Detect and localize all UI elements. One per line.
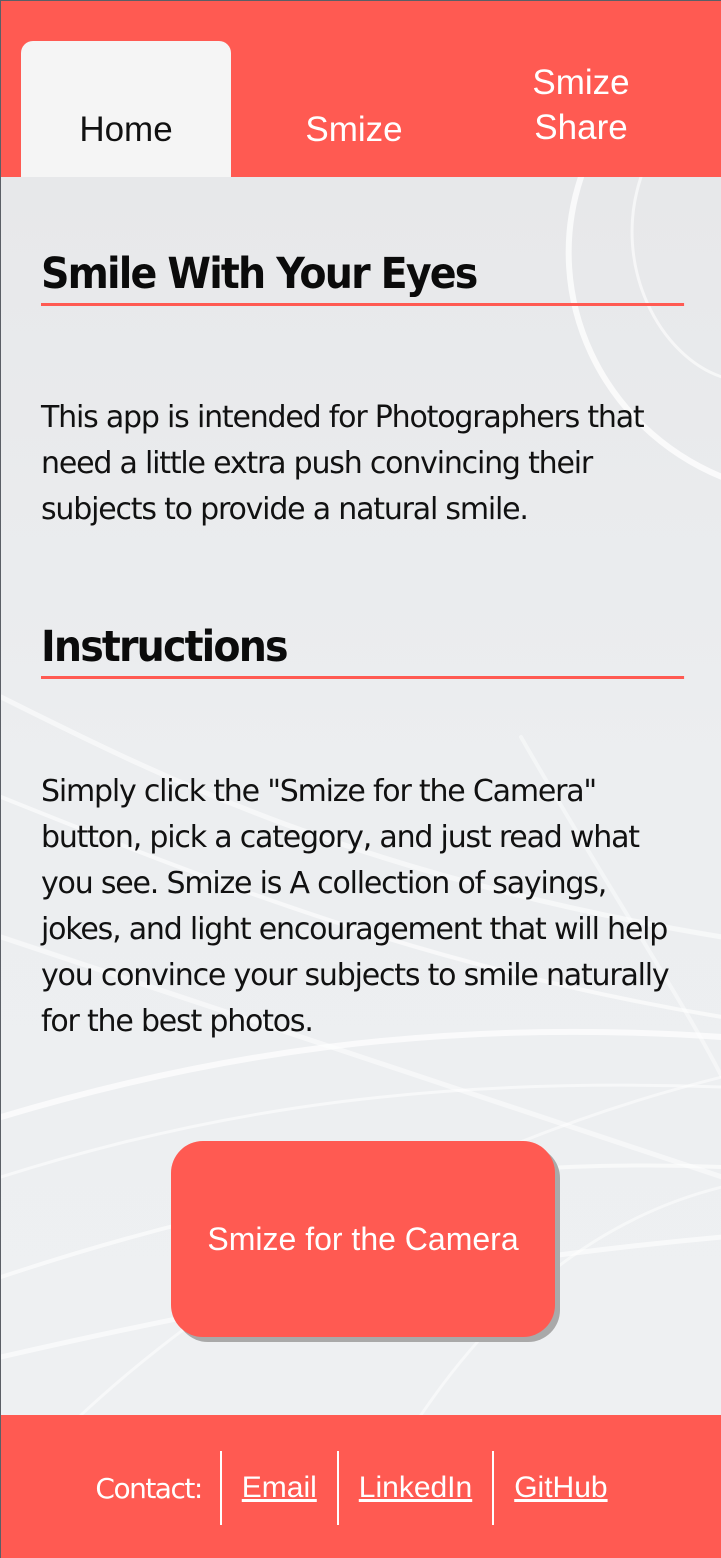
instructions-paragraph: Simply click the "Smize for the Camera" … bbox=[41, 774, 670, 1039]
section-title-instructions: Instructions bbox=[41, 622, 685, 679]
tab-smize[interactable]: Smize bbox=[249, 41, 459, 177]
smize-for-camera-button[interactable]: Smize for the Camera bbox=[171, 1141, 555, 1337]
top-nav: Home Smize Smize Share bbox=[1, 1, 721, 177]
linkedin-link[interactable]: LinkedIn bbox=[339, 1471, 492, 1505]
contact-row: Contact: Email LinkedIn GitHub bbox=[1, 1451, 721, 1525]
contact-label: Contact: bbox=[95, 1471, 203, 1505]
intro-paragraph: This app is intended for Photographers t… bbox=[41, 400, 645, 527]
email-link[interactable]: Email bbox=[222, 1471, 337, 1505]
tab-smize-share-label: Smize Share bbox=[532, 63, 630, 147]
smize-for-camera-label: Smize for the Camera bbox=[207, 1220, 519, 1257]
tab-smize-label: Smize bbox=[305, 109, 403, 149]
tab-smize-share[interactable]: Smize Share bbox=[476, 59, 686, 151]
tab-home-label: Home bbox=[79, 109, 173, 149]
github-link[interactable]: GitHub bbox=[494, 1471, 627, 1505]
main-content: Smile With Your Eyes This app is intende… bbox=[1, 177, 721, 1415]
app-frame: Home Smize Smize Share Smile With Your E… bbox=[0, 0, 721, 1558]
section-title-smile: Smile With Your Eyes bbox=[41, 249, 685, 306]
footer: Contact: Email LinkedIn GitHub bbox=[1, 1415, 721, 1558]
tab-home[interactable]: Home bbox=[21, 41, 231, 177]
